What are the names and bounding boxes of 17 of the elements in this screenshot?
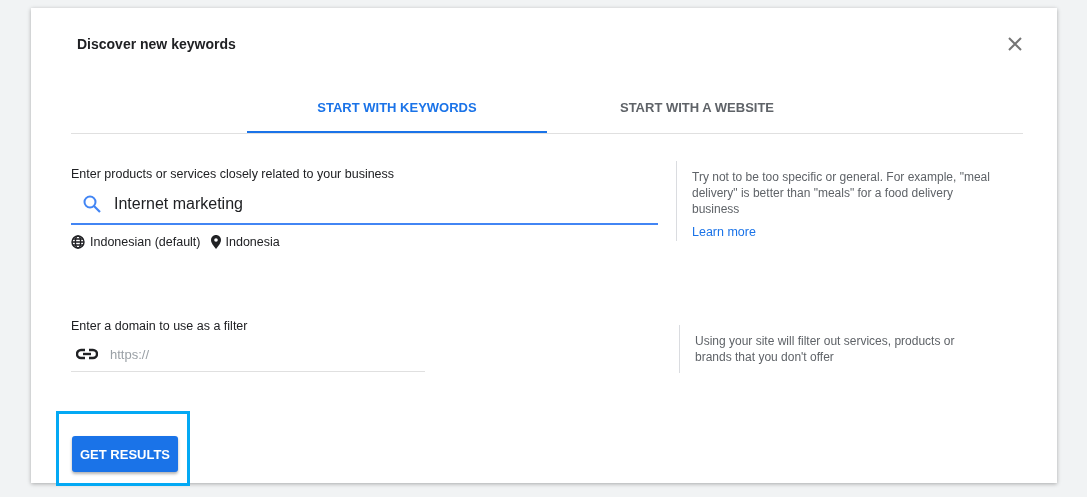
close-icon[interactable]: [1007, 36, 1023, 52]
get-results-button[interactable]: GET RESULTS: [72, 436, 179, 472]
language-setting[interactable]: Indonesian (default): [90, 235, 201, 249]
location-setting[interactable]: Indonesia: [225, 235, 280, 249]
field-label: Enter products or services closely related to your business: [71, 167, 396, 181]
link-icon: [76, 348, 98, 360]
globe-icon: [71, 235, 85, 249]
dialog-title: Discover new keywords: [77, 36, 236, 52]
hint-text: Using your site will filter out services, products or brands that you don't offer: [695, 333, 956, 365]
search-icon: [82, 194, 102, 214]
field-label: Enter a domain to use as a filter: [71, 319, 249, 333]
hint-text: Try not to be too specific or general. For example, "meal delivery" is better than "meals" for a food delivery business: [692, 169, 991, 217]
location-pin-icon: [210, 235, 221, 249]
keyword-input-field[interactable]: Internet marketing: [71, 185, 658, 225]
tab[interactable]: START WITH A WEBSITE: [547, 84, 847, 133]
learn-more-link[interactable]: Learn more: [692, 225, 756, 239]
tab[interactable]: START WITH KEYWORDS: [247, 84, 547, 133]
